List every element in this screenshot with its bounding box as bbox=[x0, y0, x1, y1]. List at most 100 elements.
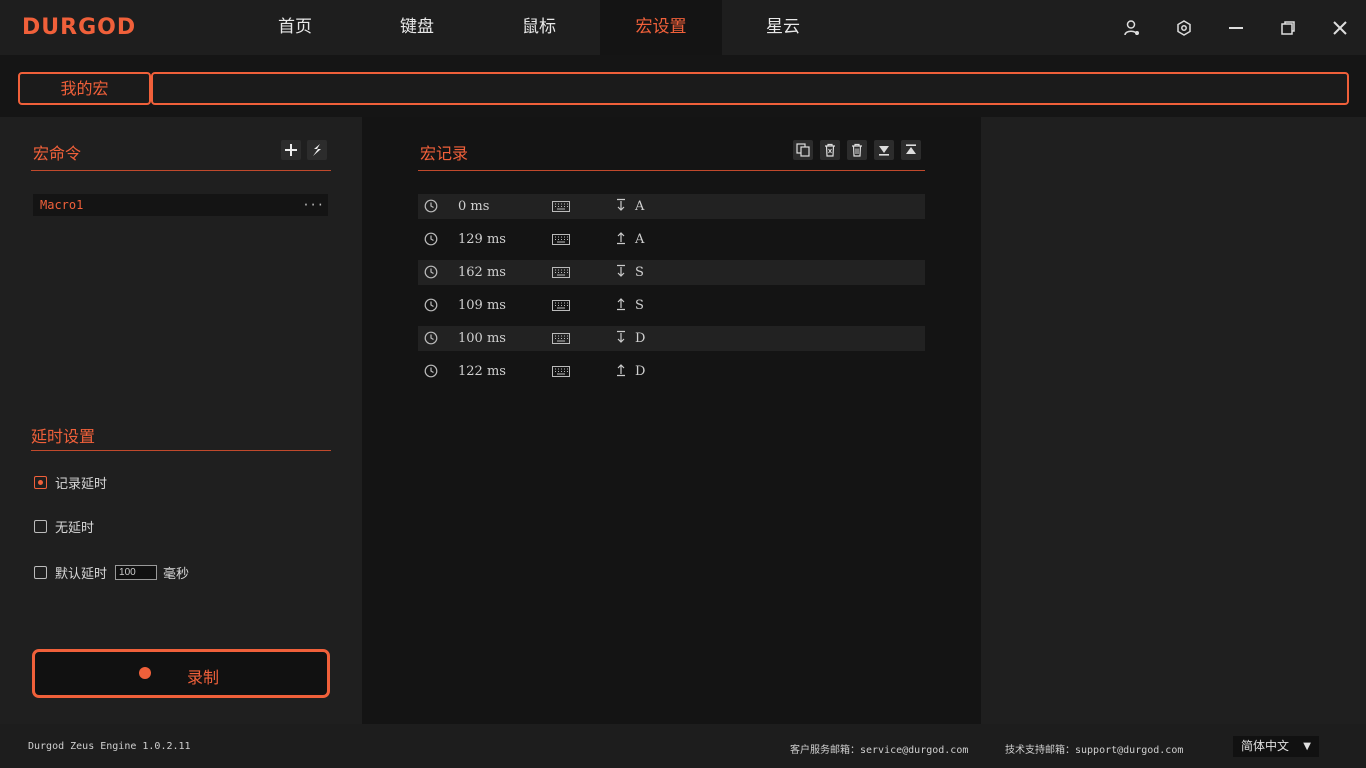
trash-icon bbox=[852, 143, 862, 157]
key-value: D bbox=[635, 364, 646, 379]
default-delay-input[interactable] bbox=[115, 565, 158, 580]
settings-hex-icon[interactable] bbox=[1170, 14, 1198, 42]
key-value: A bbox=[635, 232, 645, 247]
move-up-icon bbox=[906, 144, 916, 154]
divider bbox=[418, 170, 925, 171]
nav-keyboard[interactable]: 键盘 bbox=[356, 0, 478, 55]
option-record-delay[interactable]: 记录延时 bbox=[34, 473, 107, 492]
move-up-button[interactable] bbox=[901, 140, 921, 160]
keyboard-icon bbox=[552, 267, 570, 278]
minimize-icon[interactable] bbox=[1222, 14, 1250, 42]
key-down-icon bbox=[617, 330, 625, 343]
move-down-button[interactable] bbox=[874, 140, 894, 160]
keyboard-icon bbox=[552, 234, 570, 245]
record-button[interactable]: 录制 bbox=[32, 649, 330, 698]
key-value: D bbox=[635, 331, 646, 346]
record-row[interactable]: 109 ms S bbox=[418, 293, 925, 318]
option-default-delay[interactable]: 默认延时 毫秒 bbox=[34, 563, 189, 582]
keyboard-icon bbox=[552, 333, 570, 344]
support-email: 技术支持邮箱：support@durgod.com bbox=[1005, 745, 1184, 756]
divider bbox=[31, 170, 331, 171]
key-down-icon bbox=[617, 198, 625, 211]
close-icon[interactable] bbox=[1326, 14, 1354, 42]
nav-home[interactable]: 首页 bbox=[234, 0, 356, 55]
tab-my-macro[interactable]: 我的宏 bbox=[18, 72, 151, 105]
delete-selected-button[interactable] bbox=[820, 140, 840, 160]
clock-icon bbox=[424, 265, 438, 279]
record-row[interactable]: 0 ms A bbox=[418, 194, 925, 219]
nav-mouse[interactable]: 鼠标 bbox=[478, 0, 600, 55]
import-macro-button[interactable] bbox=[307, 140, 327, 160]
more-options-icon[interactable]: ··· bbox=[302, 194, 324, 216]
app-logo: DURGOD bbox=[22, 15, 137, 40]
delay-value: 162 ms bbox=[458, 265, 506, 280]
delay-settings-title: 延时设置 bbox=[31, 427, 96, 446]
option-no-delay[interactable]: 无延时 bbox=[34, 517, 94, 536]
record-row[interactable]: 129 ms A bbox=[418, 227, 925, 252]
record-delay-label: 记录延时 bbox=[55, 477, 108, 492]
delay-value: 0 ms bbox=[458, 199, 490, 214]
macro-list-item[interactable]: Macro1 ··· bbox=[33, 194, 328, 216]
clock-icon bbox=[424, 298, 438, 312]
chevron-down-icon: ▼ bbox=[1303, 741, 1311, 752]
default-delay-label: 默认延时 bbox=[55, 567, 108, 582]
title-bar: DURGOD 首页 键盘 鼠标 宏设置 星云 bbox=[0, 0, 1366, 55]
macro-record-title: 宏记录 bbox=[420, 144, 469, 163]
plus-icon bbox=[285, 144, 297, 156]
record-dot-icon bbox=[139, 667, 151, 679]
delay-value: 100 ms bbox=[458, 331, 506, 346]
right-panel bbox=[981, 117, 1366, 724]
user-icon[interactable] bbox=[1118, 14, 1146, 42]
language-select[interactable]: 简体中文 ▼ bbox=[1233, 736, 1319, 757]
add-macro-button[interactable] bbox=[281, 140, 301, 160]
key-up-icon bbox=[617, 364, 625, 377]
macro-commands-title: 宏命令 bbox=[33, 144, 82, 163]
main-nav: 首页 键盘 鼠标 宏设置 星云 bbox=[234, 0, 844, 55]
move-down-icon bbox=[879, 146, 889, 156]
no-delay-label: 无延时 bbox=[55, 521, 95, 536]
import-icon bbox=[313, 144, 321, 156]
copy-button[interactable] bbox=[793, 140, 813, 160]
service-email: 客户服务邮箱：service@durgod.com bbox=[790, 745, 969, 756]
key-value: S bbox=[635, 298, 644, 313]
clock-icon bbox=[424, 364, 438, 378]
record-delay-checkbox[interactable] bbox=[34, 476, 47, 489]
keyboard-icon bbox=[552, 366, 570, 377]
nav-nebula[interactable]: 星云 bbox=[722, 0, 844, 55]
macro-record-list: 0 ms A 129 ms A 162 ms S 109 ms S 100 ms… bbox=[418, 194, 925, 392]
macro-tab-strip[interactable] bbox=[151, 72, 1349, 105]
clock-icon bbox=[424, 331, 438, 345]
key-up-icon bbox=[617, 232, 625, 245]
clock-icon bbox=[424, 199, 438, 213]
key-value: A bbox=[635, 199, 645, 214]
record-row[interactable]: 100 ms D bbox=[418, 326, 925, 351]
language-value: 简体中文 bbox=[1241, 739, 1290, 753]
record-row[interactable]: 122 ms D bbox=[418, 359, 925, 384]
macro-tab-bar: 我的宏 bbox=[0, 55, 1366, 117]
divider bbox=[31, 450, 331, 451]
default-delay-checkbox[interactable] bbox=[34, 566, 47, 579]
record-row[interactable]: 162 ms S bbox=[418, 260, 925, 285]
trash-icon bbox=[825, 143, 835, 157]
delay-value: 122 ms bbox=[458, 364, 506, 379]
delay-value: 109 ms bbox=[458, 298, 506, 313]
keyboard-icon bbox=[552, 300, 570, 311]
delete-all-button[interactable] bbox=[847, 140, 867, 160]
delay-value: 129 ms bbox=[458, 232, 506, 247]
macro-record-panel: 宏记录 0 ms A 129 ms A 162 ms S 109 ms S 10… bbox=[362, 117, 981, 724]
key-value: S bbox=[635, 265, 644, 280]
footer: Durgod Zeus Engine 1.0.2.11 客户服务邮箱：servi… bbox=[0, 724, 1366, 768]
keyboard-icon bbox=[552, 201, 570, 212]
nav-macro-settings[interactable]: 宏设置 bbox=[600, 0, 722, 55]
copy-icon bbox=[796, 143, 810, 157]
restore-icon[interactable] bbox=[1274, 14, 1302, 42]
delay-unit-label: 毫秒 bbox=[163, 567, 190, 582]
clock-icon bbox=[424, 232, 438, 246]
version-text: Durgod Zeus Engine 1.0.2.11 bbox=[28, 741, 191, 752]
left-panel: 宏命令 Macro1 ··· 延时设置 记录延时 无延时 默认延时 毫秒 录制 bbox=[0, 117, 362, 724]
key-up-icon bbox=[617, 298, 625, 311]
key-down-icon bbox=[617, 264, 625, 277]
no-delay-checkbox[interactable] bbox=[34, 520, 47, 533]
record-button-label: 录制 bbox=[187, 668, 220, 687]
macro-name: Macro1 bbox=[40, 198, 84, 212]
